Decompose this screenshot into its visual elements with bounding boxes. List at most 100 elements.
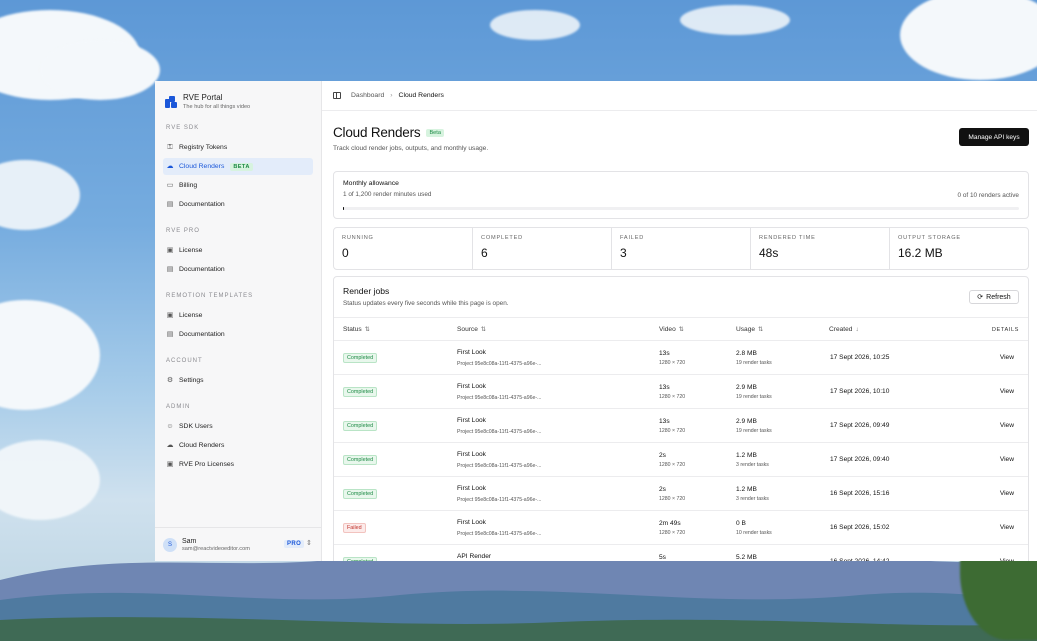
sidebar-item-label: SDK Users [179, 423, 213, 430]
sidebar-section-title: ADMIN [166, 404, 191, 410]
status-badge: Completed [343, 353, 378, 363]
column-usage[interactable]: Usage ⇅ [736, 326, 763, 333]
refresh-button[interactable]: ⟳ Refresh [969, 290, 1019, 304]
view-link[interactable]: View [1000, 490, 1014, 497]
page-subtitle: Track cloud render jobs, outputs, and mo… [333, 145, 489, 152]
main-content: Dashboard › Cloud Renders Cloud Renders B… [322, 81, 1037, 561]
sidebar-item-cloud-renders[interactable]: ☁ Cloud Renders BETA [163, 158, 313, 175]
view-link[interactable]: View [1000, 422, 1014, 429]
gear-icon: ⚙ [166, 376, 174, 384]
sidebar-item-label: Documentation [179, 266, 225, 273]
sidebar: RVE Portal The hub for all things video … [155, 81, 322, 561]
refresh-icon: ⟳ [977, 294, 984, 301]
sidebar-item-label: Documentation [179, 331, 225, 338]
table-row[interactable]: Completed First Look Project 95e8c08a-11… [334, 341, 1028, 375]
view-link[interactable]: View [1000, 354, 1014, 361]
status-badge: Completed [343, 455, 378, 465]
sidebar-item-license[interactable]: ▣ License [163, 307, 313, 324]
column-video[interactable]: Video ⇅ [659, 326, 684, 333]
refresh-label: Refresh [986, 293, 1011, 301]
source-name: First Look [457, 451, 486, 458]
brand[interactable]: RVE Portal The hub for all things video [155, 81, 321, 115]
user-menu[interactable]: S Sam sam@reactvideoeditor.com PRO ⇕ [155, 527, 321, 561]
allowance-progress-fill [343, 207, 345, 210]
sidebar-item-cloud-renders[interactable]: ☁ Cloud Renders [163, 437, 313, 454]
project-id: Project 95e8c08a-11f1-4375-a96e-... [457, 497, 542, 503]
sidebar-item-label: License [179, 247, 203, 254]
sidebar-item-license[interactable]: ▣ License [163, 242, 313, 259]
sidebar-item-registry-tokens[interactable]: ⚿ Registry Tokens [163, 139, 313, 156]
table-row[interactable]: Completed First Look Project 95e8c08a-11… [334, 477, 1028, 511]
breadcrumb-separator-icon: › [390, 92, 393, 99]
video-duration: 13s [659, 350, 670, 357]
sidebar-item-documentation[interactable]: ▤ Documentation [163, 261, 313, 278]
table-header: Status ⇅ Source ⇅ Video ⇅ Usage ⇅ Created ↓ D… [334, 317, 1028, 341]
stat-rendered-time: RENDERED TIME 48s [751, 228, 890, 269]
column-created[interactable]: Created ↓ [829, 326, 858, 333]
sidebar-item-sdk-users[interactable]: ☺ SDK Users [163, 418, 313, 435]
sidebar-item-settings[interactable]: ⚙ Settings [163, 372, 313, 389]
sort-icon: ⇅ [758, 327, 764, 333]
breadcrumb-dashboard[interactable]: Dashboard [351, 92, 384, 99]
beta-badge: Beta [426, 129, 444, 137]
sidebar-section-title: REMOTION TEMPLATES [166, 293, 254, 299]
sidebar-item-label: Settings [179, 377, 204, 384]
plan-badge: PRO [284, 540, 305, 548]
column-source[interactable]: Source ⇅ [457, 326, 486, 333]
page-header: Cloud Renders Beta Track cloud render job… [333, 111, 1029, 163]
view-link[interactable]: View [1000, 388, 1014, 395]
view-link[interactable]: View [1000, 456, 1014, 463]
render-jobs-subtitle: Status updates every five seconds while … [343, 300, 509, 307]
source-name: API Render [457, 553, 492, 560]
usage-size: 0 B [736, 520, 746, 527]
allowance-title: Monthly allowance [343, 180, 399, 187]
table-row[interactable]: Failed First Look Project 95e8c08a-11f1-… [334, 511, 1028, 545]
column-created-label: Created [829, 326, 853, 333]
sort-desc-icon: ↓ [855, 327, 859, 333]
app-window: RVE Portal The hub for all things video … [155, 81, 1037, 561]
column-source-label: Source [457, 326, 478, 333]
view-link[interactable]: View [1000, 524, 1014, 531]
breadcrumb-current: Cloud Renders [398, 92, 444, 99]
sidebar-item-label: Cloud Renders [179, 442, 225, 449]
usage-size: 1.2 MB [736, 486, 757, 493]
user-email: sam@reactvideoeditor.com [182, 545, 250, 552]
sidebar-item-rve-pro-licenses[interactable]: ▣ RVE Pro Licenses [163, 456, 313, 473]
stat-label: RUNNING [342, 235, 374, 241]
project-id: Project 95e8c08a-11f1-4375-a96e-... [457, 429, 542, 435]
source-name: First Look [457, 383, 486, 390]
column-status[interactable]: Status ⇅ [343, 326, 370, 333]
video-duration: 13s [659, 418, 670, 425]
usage-tasks: 19 render tasks [736, 394, 772, 400]
sidebar-item-label: Billing [179, 182, 198, 189]
video-duration: 13s [659, 384, 670, 391]
sidebar-item-documentation[interactable]: ▤ Documentation [163, 196, 313, 213]
stat-label: OUTPUT STORAGE [898, 235, 961, 241]
book-icon: ▤ [166, 330, 174, 338]
allowance-used: 1 of 1,200 render minutes used [343, 191, 432, 198]
manage-api-keys-button[interactable]: Manage API keys [959, 128, 1029, 146]
book-icon: ▤ [166, 265, 174, 273]
user-name: Sam [182, 537, 197, 545]
sidebar-item-documentation[interactable]: ▤ Documentation [163, 326, 313, 343]
brand-title: RVE Portal [183, 93, 223, 102]
status-badge: Completed [343, 489, 378, 499]
created-date: 17 Sept 2026, 09:40 [830, 456, 890, 463]
status-badge: Completed [343, 557, 378, 561]
table-row[interactable]: Completed First Look Project 95e8c08a-11… [334, 375, 1028, 409]
stat-label: FAILED [620, 235, 645, 241]
status-badge: Completed [343, 387, 378, 397]
sidebar-section-title: ACCOUNT [166, 358, 203, 364]
video-duration: 2s [659, 486, 666, 493]
stat-label: RENDERED TIME [759, 235, 816, 241]
video-duration: 2m 49s [659, 520, 681, 527]
stats-card: RUNNING 0 COMPLETED 6 FAILED 3 RENDERED TIM… [333, 227, 1029, 270]
sidebar-item-billing[interactable]: ▭ Billing [163, 177, 313, 194]
sidebar-item-label: Cloud Renders [179, 163, 225, 170]
toggle-sidebar-icon[interactable] [333, 92, 341, 99]
table-row[interactable]: Completed First Look Project 95e8c08a-11… [334, 409, 1028, 443]
view-link[interactable]: View [1000, 558, 1014, 561]
table-row[interactable]: Completed API Render 5s 5.2 MB 16 Sept 2… [334, 545, 1028, 561]
stat-value: 48s [759, 246, 779, 260]
table-row[interactable]: Completed First Look Project 95e8c08a-11… [334, 443, 1028, 477]
